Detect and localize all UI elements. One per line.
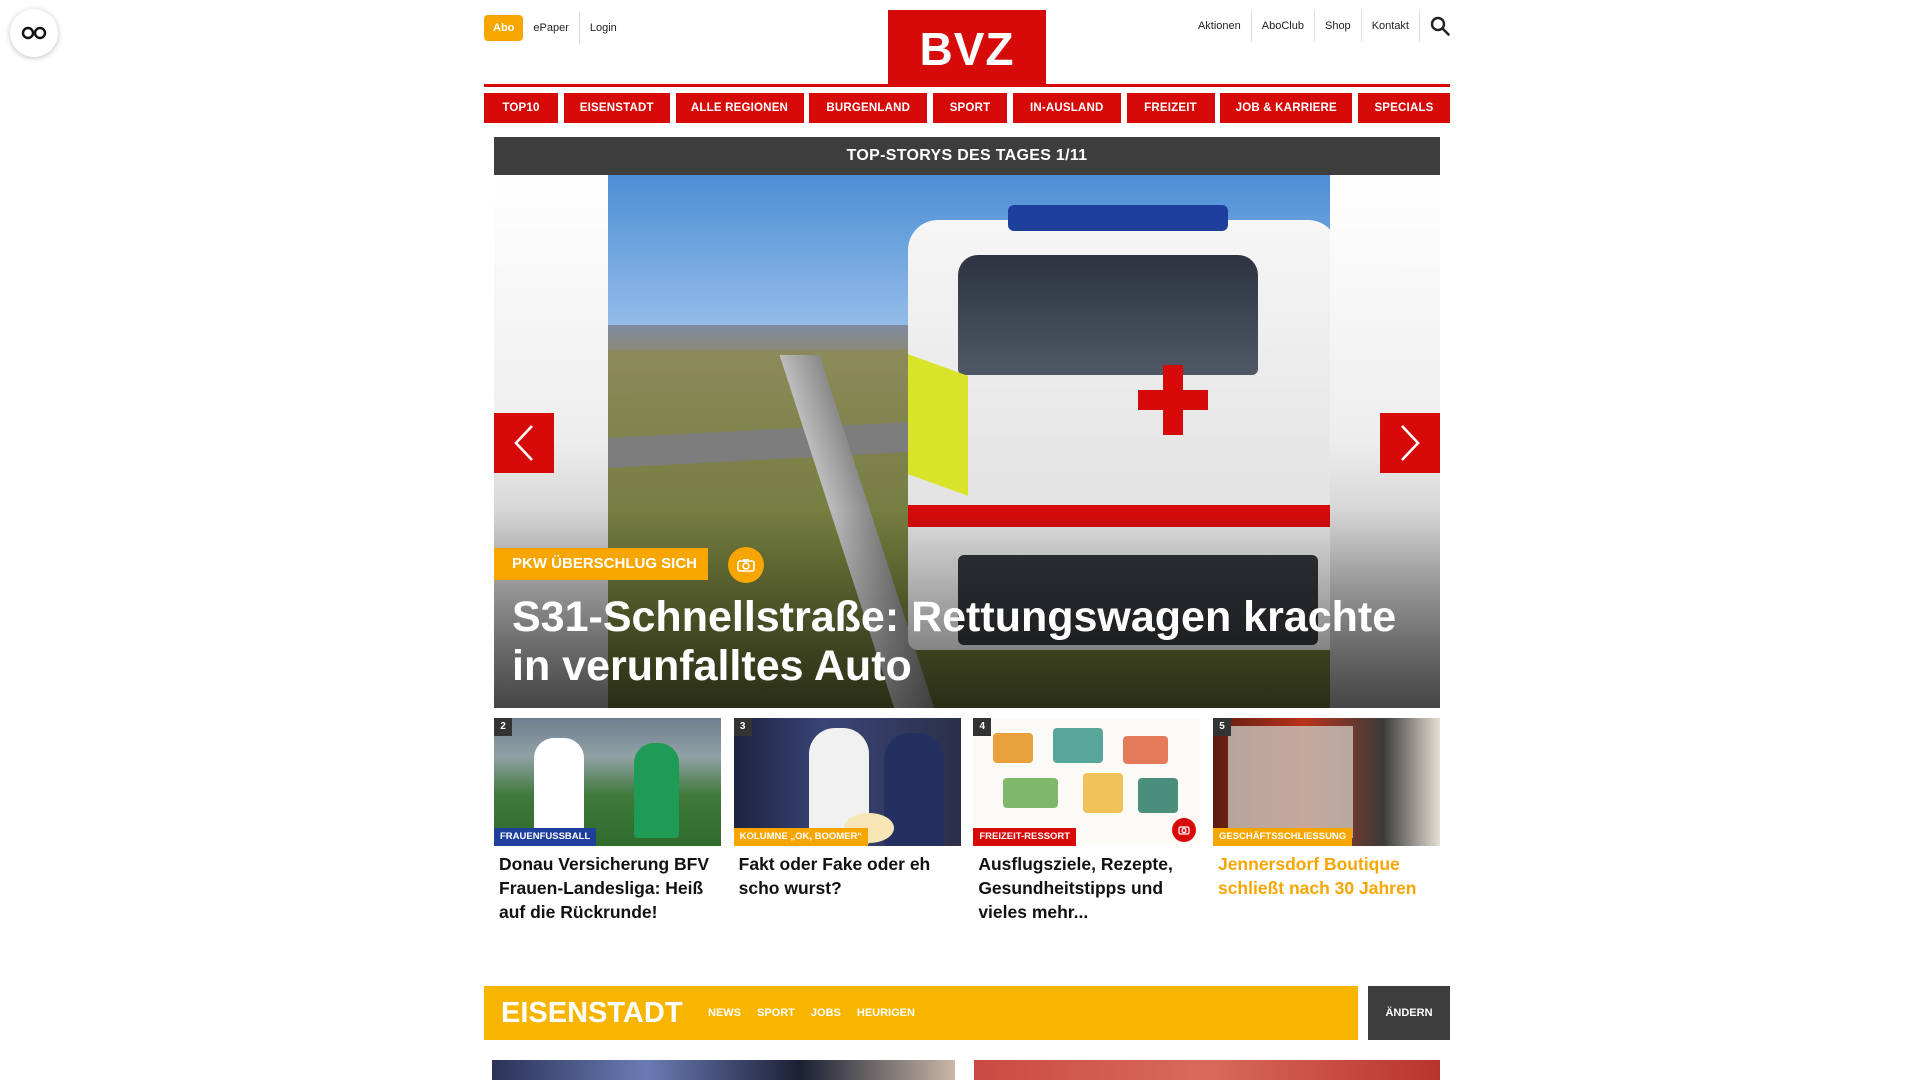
- region-title[interactable]: EISENSTADT: [501, 986, 683, 1040]
- hero-slide[interactable]: PKW ÜBERSCHLUG SICH S31-Schnellstraße: R…: [494, 175, 1440, 708]
- epaper-link[interactable]: ePaper: [523, 11, 580, 44]
- top-stories-header: TOP-STORYS DES TAGES 1/11: [494, 137, 1440, 175]
- top-bar: Abo ePaper Login BVZ Aktionen AboClub Sh…: [484, 0, 1450, 84]
- top-right-links: Aktionen AboClub Shop Kontakt: [1188, 10, 1450, 42]
- aktionen-link[interactable]: Aktionen: [1188, 10, 1252, 42]
- nav-item-in-ausland[interactable]: IN-AUSLAND: [1012, 93, 1121, 123]
- nav-item-alle-regionen[interactable]: ALLE REGIONEN: [675, 93, 804, 123]
- camera-icon: [728, 547, 764, 583]
- reader-mode-button[interactable]: [10, 9, 58, 57]
- teaser-image: 2 FRAUENFUSSBALL: [494, 718, 721, 846]
- teaser-tag: FREIZEIT-RESSORT: [973, 828, 1077, 846]
- shop-link[interactable]: Shop: [1315, 10, 1362, 42]
- bvz-logo[interactable]: BVZ: [888, 10, 1046, 84]
- teaser-tag: KOLUMNE „OK, BOOMER“: [733, 828, 869, 846]
- region-link-news[interactable]: NEWS: [708, 1007, 741, 1019]
- hero-kicker: PKW ÜBERSCHLUG SICH: [494, 548, 709, 580]
- teaser-row: 2 FRAUENFUSSBALL Donau Versicherung BFV …: [494, 718, 1440, 924]
- slider-next-button[interactable]: [1380, 413, 1440, 473]
- abo-button[interactable]: Abo: [484, 14, 524, 41]
- teaser-tag: FRAUENFUSSBALL: [494, 828, 597, 846]
- teaser-number: 2: [494, 718, 512, 736]
- change-region-button[interactable]: ÄNDERN: [1368, 986, 1450, 1040]
- region-link-jobs[interactable]: JOBS: [811, 1007, 841, 1019]
- hero-headline[interactable]: S31-Schnellstraße: Rettungswagen krachte…: [512, 593, 1412, 691]
- teaser-number: 3: [733, 718, 752, 736]
- nav-item-freizeit[interactable]: FREIZEIT: [1126, 93, 1215, 123]
- chevron-right-icon: [1401, 425, 1420, 461]
- teaser-card[interactable]: 5 GESCHÄFTSSCHLIESSUNG Jennersdorf Bouti…: [1212, 718, 1440, 924]
- page-container: Abo ePaper Login BVZ Aktionen AboClub Sh…: [484, 0, 1450, 924]
- region-link-sport[interactable]: SPORT: [757, 1007, 795, 1019]
- nav-item-burgenland[interactable]: BURGENLAND: [809, 93, 928, 123]
- camera-icon: [1172, 818, 1197, 842]
- teaser-number: 5: [1212, 718, 1231, 736]
- nav-item-job-karriere[interactable]: JOB & KARRIERE: [1220, 93, 1353, 123]
- nav-item-sport[interactable]: SPORT: [933, 93, 1007, 123]
- top-left-links: Abo ePaper Login: [484, 11, 627, 44]
- chevron-left-icon: [514, 425, 533, 461]
- teaser-card[interactable]: 4 FREIZEIT-RESSORT Ausflugsziele, Rezept…: [973, 718, 1201, 924]
- aboclub-link[interactable]: AboClub: [1252, 10, 1315, 42]
- nav-item-top10[interactable]: TOP10: [484, 93, 558, 123]
- teaser-headline[interactable]: Jennersdorf Boutique schließt nach 30 Ja…: [1213, 852, 1440, 900]
- main-nav: TOP10 EISENSTADT ALLE REGIONEN BURGENLAN…: [484, 93, 1450, 123]
- article-image[interactable]: [974, 1060, 1440, 1080]
- teaser-card[interactable]: 2 FRAUENFUSSBALL Donau Versicherung BFV …: [494, 718, 721, 924]
- teaser-image: 5 GESCHÄFTSSCHLIESSUNG: [1212, 718, 1440, 846]
- teaser-number: 4: [973, 718, 992, 736]
- teaser-headline[interactable]: Fakt oder Fake oder eh scho wurst?: [734, 852, 961, 900]
- kontakt-link[interactable]: Kontakt: [1362, 10, 1420, 42]
- region-link-heurigen[interactable]: HEURIGEN: [857, 1007, 915, 1019]
- teaser-image: 3 KOLUMNE „OK, BOOMER“: [733, 718, 961, 846]
- article-image[interactable]: [492, 1060, 955, 1080]
- region-bar: EISENSTADT NEWS SPORT JOBS HEURIGEN: [484, 986, 1358, 1040]
- teaser-image: 4 FREIZEIT-RESSORT: [973, 718, 1201, 846]
- search-icon[interactable]: [1420, 10, 1450, 42]
- region-links: NEWS SPORT JOBS HEURIGEN: [708, 986, 915, 1040]
- glasses-icon: [21, 26, 47, 40]
- teaser-tag: GESCHÄFTSSCHLIESSUNG: [1212, 828, 1353, 846]
- login-link[interactable]: Login: [580, 12, 627, 44]
- teaser-headline[interactable]: Donau Versicherung BFV Frauen-Landesliga…: [494, 852, 721, 924]
- slider-prev-button[interactable]: [494, 413, 554, 473]
- teaser-headline[interactable]: Ausflugsziele, Rezepte, Gesundheitstipps…: [973, 852, 1200, 924]
- teaser-card[interactable]: 3 KOLUMNE „OK, BOOMER“ Fakt oder Fake od…: [733, 718, 961, 924]
- nav-item-eisenstadt[interactable]: EISENSTADT: [563, 93, 670, 123]
- nav-item-specials[interactable]: SPECIALS: [1358, 93, 1450, 123]
- header-divider: [484, 84, 1450, 87]
- region-section-header: EISENSTADT NEWS SPORT JOBS HEURIGEN ÄNDE…: [484, 986, 1450, 1042]
